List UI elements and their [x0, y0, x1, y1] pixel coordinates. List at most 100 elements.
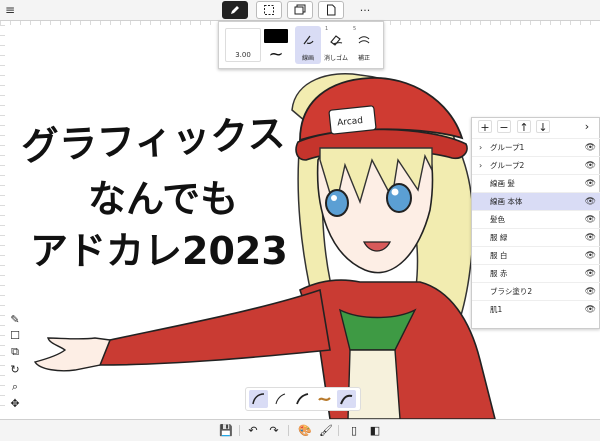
- layer-name: 服 赤: [490, 269, 508, 278]
- ink-brush-icon: [340, 394, 353, 405]
- layer-row-selected[interactable]: 線画 本体 👁: [472, 192, 600, 210]
- layer-row[interactable]: 髪色 👁: [472, 210, 600, 228]
- brush-icon: [303, 35, 314, 45]
- eye-icon[interactable]: 👁: [585, 265, 596, 283]
- layer-name: グループ1: [490, 143, 525, 152]
- eye-icon[interactable]: 👁: [585, 229, 596, 247]
- brush-size-value: 3.00: [235, 51, 251, 59]
- marquee-select-icon: [264, 5, 274, 15]
- eraser-icon: [330, 35, 343, 46]
- layer-row[interactable]: › グループ1 👁: [472, 138, 600, 156]
- quick-brush-3[interactable]: [293, 390, 312, 408]
- layer-row[interactable]: 服 緑 👁: [472, 228, 600, 246]
- eye-icon[interactable]: 👁: [585, 283, 596, 301]
- quick-brush-2[interactable]: [271, 390, 290, 408]
- layers-panel-header: + − ↑ ↓ ›: [472, 118, 600, 135]
- move-layer-up-button[interactable]: ↑: [517, 120, 531, 134]
- title-line-2: なんでも: [88, 177, 238, 221]
- brush-preset-label: 消しゴム: [323, 55, 348, 62]
- correction-icon: [358, 36, 370, 44]
- layer-row[interactable]: ブラシ塗り2 👁: [472, 282, 600, 300]
- brush-quick-bar: [245, 387, 361, 411]
- layers-panel: + − ↑ ↓ › › グループ1 👁 › グループ2 👁 線画 髪 👁 線画 本体 👁 髪…: [471, 117, 600, 329]
- layer-row[interactable]: 服 赤 👁: [472, 264, 600, 282]
- pen-icon: [231, 6, 239, 14]
- brush-settings-icon[interactable]: 🖌: [318, 423, 334, 438]
- layer-name: ブラシ塗り2: [490, 287, 533, 296]
- redo-icon[interactable]: ↷: [266, 423, 282, 438]
- zoom-icon[interactable]: ⌕: [6, 379, 24, 394]
- brush-preset-eraser[interactable]: 1 消しゴム: [323, 26, 349, 64]
- chevron-right-icon[interactable]: ›: [479, 157, 482, 175]
- toggle-panel-icon[interactable]: ◧: [367, 423, 383, 438]
- layer-properties-icon[interactable]: ▯: [346, 423, 362, 438]
- layers-copy-icon: [294, 4, 306, 15]
- brush-tool-icon[interactable]: ✎: [6, 312, 24, 327]
- layer-name: 線画 本体: [490, 197, 523, 206]
- move-icon[interactable]: ✥: [6, 396, 24, 411]
- layer-name: 肌1: [490, 305, 503, 314]
- more-button[interactable]: ···: [352, 1, 378, 19]
- chevron-right-icon[interactable]: ›: [479, 139, 482, 157]
- hamburger-icon[interactable]: ≡: [5, 3, 18, 17]
- save-icon[interactable]: 💾: [218, 423, 234, 438]
- brush-popup: 3.00 ~ 線画 1 消しゴム 5 補正: [218, 21, 384, 69]
- quick-brush-1[interactable]: [249, 390, 268, 408]
- undo-icon[interactable]: ↶: [245, 423, 261, 438]
- add-layer-button[interactable]: +: [478, 120, 492, 134]
- left-ruler: [0, 25, 5, 415]
- eye-icon[interactable]: 👁: [585, 301, 596, 319]
- layer-name: 線画 髪: [490, 179, 515, 188]
- title-lettering: グラフィックス なんでも アドカレ2023: [20, 111, 288, 273]
- eye-icon[interactable]: 👁: [585, 175, 596, 193]
- eye-icon[interactable]: 👁: [585, 211, 596, 229]
- divider: [338, 425, 339, 436]
- brush-size-control[interactable]: 3.00: [225, 28, 261, 62]
- left-toolbar: ✎ ☐ ⧉ ↻ ⌕ ✥: [6, 312, 24, 415]
- color-swatch: [264, 29, 288, 43]
- brush-preset-number: 1: [325, 26, 329, 32]
- brush-preset-label: 線画: [301, 55, 314, 62]
- layer-row[interactable]: › グループ2 👁: [472, 156, 600, 174]
- eye-icon[interactable]: 👁: [585, 247, 596, 265]
- stroke-icon: [252, 393, 265, 405]
- layer-name: グループ2: [490, 161, 525, 170]
- layer-copy-button[interactable]: [287, 1, 313, 19]
- remove-layer-button[interactable]: −: [497, 120, 511, 134]
- transform-tool-icon[interactable]: ⧉: [6, 344, 24, 359]
- eye-icon[interactable]: 👁: [585, 193, 596, 211]
- brush-color-swatch[interactable]: ~: [263, 27, 289, 65]
- layer-name: 服 緑: [490, 233, 508, 242]
- top-toolbar: ≡ ···: [0, 0, 600, 21]
- brush-preset-correction[interactable]: 5 補正: [351, 26, 377, 64]
- title-line-1: グラフィックス: [20, 111, 286, 169]
- expand-panel-button[interactable]: ›: [580, 120, 594, 133]
- eye-icon[interactable]: 👁: [585, 157, 596, 175]
- document-button[interactable]: [318, 1, 344, 19]
- quick-brush-5[interactable]: [337, 390, 356, 408]
- brush-preset-lineart[interactable]: 線画: [295, 26, 321, 64]
- eye-icon[interactable]: 👁: [585, 139, 596, 157]
- stroke-icon: [275, 393, 286, 405]
- palette-icon[interactable]: 🎨: [297, 423, 313, 438]
- layer-row[interactable]: 服 白 👁: [472, 246, 600, 264]
- divider: [288, 425, 289, 436]
- stroke-preview-icon: ~: [268, 44, 284, 65]
- pen-tool-button[interactable]: [222, 1, 248, 19]
- brush-preset-label: 補正: [357, 55, 370, 62]
- move-layer-down-button[interactable]: ↓: [536, 120, 550, 134]
- fill-tool-icon[interactable]: ☐: [6, 328, 24, 343]
- layer-name: 髪色: [490, 215, 505, 224]
- layer-name: 服 白: [490, 251, 508, 260]
- layer-row[interactable]: 肌1 👁: [472, 300, 600, 318]
- layer-row[interactable]: 線画 髪 👁: [472, 174, 600, 192]
- title-line-3: アドカレ2023: [30, 229, 288, 273]
- brush-preset-number: 5: [353, 26, 357, 32]
- smudge-icon: [318, 397, 331, 401]
- select-tool-button[interactable]: [256, 1, 282, 19]
- quick-brush-4[interactable]: [315, 390, 334, 408]
- stroke-icon: [296, 393, 309, 405]
- bottom-toolbar: 💾 ↶ ↷ 🎨 🖌 ▯ ◧: [0, 419, 600, 441]
- document-icon: [327, 4, 336, 16]
- rotate-icon[interactable]: ↻: [6, 362, 24, 377]
